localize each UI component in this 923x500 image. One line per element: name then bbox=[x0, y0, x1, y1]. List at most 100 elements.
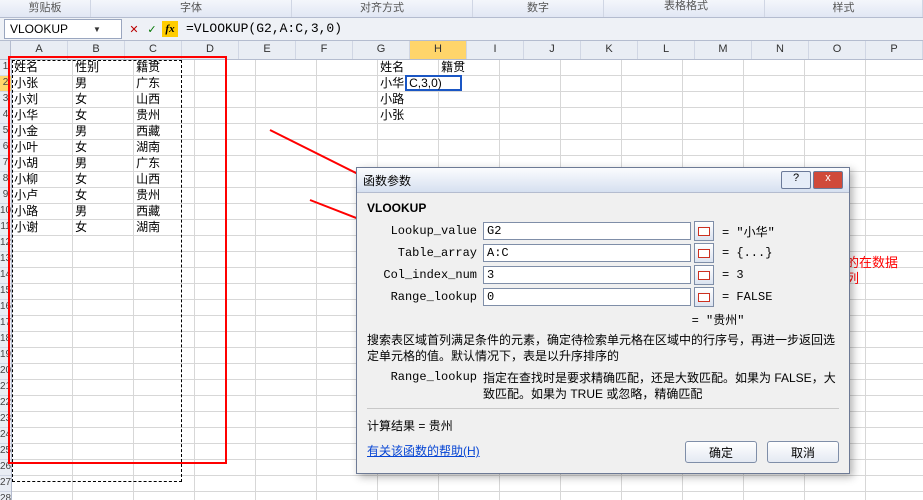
column-header[interactable]: K bbox=[581, 41, 638, 59]
cell[interactable] bbox=[744, 76, 805, 92]
cell[interactable] bbox=[378, 492, 439, 500]
cell[interactable] bbox=[683, 76, 744, 92]
cell[interactable] bbox=[561, 124, 622, 140]
cell[interactable] bbox=[256, 124, 317, 140]
cell[interactable] bbox=[195, 284, 256, 300]
cell[interactable] bbox=[561, 76, 622, 92]
cell[interactable] bbox=[866, 172, 923, 188]
row-header[interactable]: 27 bbox=[0, 476, 11, 492]
row-header[interactable]: 15 bbox=[0, 284, 11, 300]
cell[interactable] bbox=[866, 428, 923, 444]
cell[interactable] bbox=[73, 476, 134, 492]
cell[interactable] bbox=[866, 140, 923, 156]
cell[interactable]: 小卢 bbox=[12, 188, 73, 204]
cell[interactable]: 小胡 bbox=[12, 156, 73, 172]
cell[interactable] bbox=[378, 476, 439, 492]
cell[interactable] bbox=[256, 92, 317, 108]
column-header[interactable]: L bbox=[638, 41, 695, 59]
cell[interactable] bbox=[317, 92, 378, 108]
cell[interactable] bbox=[439, 140, 500, 156]
cell[interactable] bbox=[12, 396, 73, 412]
cell[interactable] bbox=[561, 60, 622, 76]
cell[interactable] bbox=[256, 476, 317, 492]
cell[interactable] bbox=[12, 444, 73, 460]
cell[interactable] bbox=[683, 108, 744, 124]
cell[interactable] bbox=[744, 92, 805, 108]
cell[interactable]: 小华 bbox=[12, 108, 73, 124]
cell[interactable] bbox=[195, 220, 256, 236]
cell[interactable] bbox=[73, 300, 134, 316]
accept-formula-icon[interactable]: ✓ bbox=[144, 21, 160, 37]
column-header[interactable]: G bbox=[353, 41, 410, 59]
dialog-titlebar[interactable]: 函数参数 ? x bbox=[357, 168, 849, 193]
cell[interactable] bbox=[500, 76, 561, 92]
cell[interactable] bbox=[12, 268, 73, 284]
cell[interactable] bbox=[317, 108, 378, 124]
cell[interactable] bbox=[195, 252, 256, 268]
cell[interactable] bbox=[866, 348, 923, 364]
row-header[interactable]: 28 bbox=[0, 492, 11, 500]
cell[interactable] bbox=[500, 140, 561, 156]
cell[interactable]: 西藏 bbox=[134, 124, 195, 140]
param-input[interactable] bbox=[483, 244, 691, 262]
cell[interactable] bbox=[73, 332, 134, 348]
insert-function-icon[interactable]: fx bbox=[162, 21, 178, 37]
cell[interactable] bbox=[195, 460, 256, 476]
cell[interactable] bbox=[195, 364, 256, 380]
cell[interactable] bbox=[561, 108, 622, 124]
range-selector-button[interactable] bbox=[694, 243, 714, 263]
row-header[interactable]: 14 bbox=[0, 268, 11, 284]
column-header[interactable]: C bbox=[125, 41, 182, 59]
cell[interactable]: 山西 bbox=[134, 92, 195, 108]
cell[interactable]: 广东 bbox=[134, 156, 195, 172]
row-header[interactable]: 8 bbox=[0, 172, 11, 188]
cell[interactable] bbox=[866, 476, 923, 492]
cell[interactable] bbox=[256, 140, 317, 156]
cell[interactable] bbox=[256, 204, 317, 220]
cell[interactable] bbox=[744, 124, 805, 140]
cell[interactable] bbox=[561, 492, 622, 500]
cell[interactable] bbox=[622, 476, 683, 492]
cell[interactable] bbox=[134, 460, 195, 476]
cell[interactable] bbox=[12, 236, 73, 252]
column-header[interactable]: D bbox=[182, 41, 239, 59]
cell[interactable] bbox=[195, 412, 256, 428]
cell[interactable]: 西藏 bbox=[134, 204, 195, 220]
cell[interactable] bbox=[561, 92, 622, 108]
cell[interactable] bbox=[73, 428, 134, 444]
param-input[interactable] bbox=[483, 266, 691, 284]
cell[interactable] bbox=[378, 140, 439, 156]
cell[interactable]: 女 bbox=[73, 108, 134, 124]
cell[interactable] bbox=[500, 476, 561, 492]
cell[interactable] bbox=[256, 156, 317, 172]
cell[interactable] bbox=[134, 332, 195, 348]
cell[interactable] bbox=[195, 60, 256, 76]
cell[interactable] bbox=[12, 332, 73, 348]
cell[interactable] bbox=[317, 124, 378, 140]
cell[interactable] bbox=[195, 492, 256, 500]
cell[interactable]: 贵州 bbox=[134, 188, 195, 204]
param-input[interactable] bbox=[483, 222, 691, 240]
column-header[interactable]: O bbox=[809, 41, 866, 59]
cell[interactable]: 山西 bbox=[134, 172, 195, 188]
cell[interactable] bbox=[134, 236, 195, 252]
cell[interactable] bbox=[256, 332, 317, 348]
row-header[interactable]: 12 bbox=[0, 236, 11, 252]
cell[interactable] bbox=[744, 108, 805, 124]
cell[interactable] bbox=[317, 76, 378, 92]
cell[interactable] bbox=[866, 124, 923, 140]
cell[interactable] bbox=[317, 476, 378, 492]
cell[interactable] bbox=[195, 380, 256, 396]
cell[interactable] bbox=[195, 172, 256, 188]
cell[interactable] bbox=[73, 364, 134, 380]
function-help-link[interactable]: 有关该函数的帮助(H) bbox=[367, 444, 480, 458]
cell[interactable] bbox=[195, 268, 256, 284]
column-header[interactable]: B bbox=[68, 41, 125, 59]
cell[interactable] bbox=[866, 156, 923, 172]
cell[interactable] bbox=[256, 428, 317, 444]
cell[interactable] bbox=[683, 492, 744, 500]
cell[interactable]: 贵州 bbox=[134, 108, 195, 124]
dialog-help-button[interactable]: ? bbox=[781, 171, 811, 189]
cell[interactable] bbox=[439, 92, 500, 108]
cell[interactable] bbox=[12, 284, 73, 300]
